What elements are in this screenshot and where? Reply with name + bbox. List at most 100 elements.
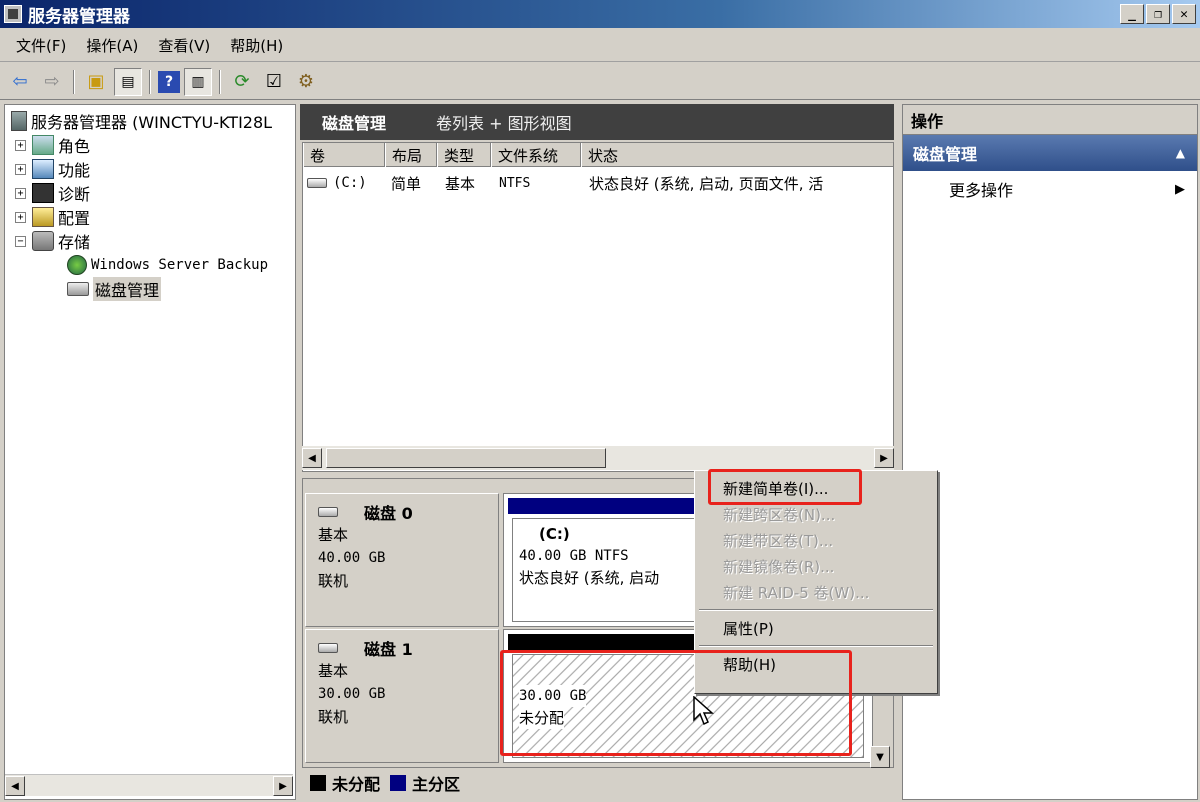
collapse-icon[interactable]: − — [15, 235, 26, 247]
disk-status: 联机 — [318, 572, 349, 590]
refresh-icon[interactable]: ⟳ — [228, 68, 256, 96]
legend: 未分配 主分区 — [302, 770, 894, 796]
cell-volume: (C:) — [333, 175, 367, 191]
tree-item-label: 存储 — [58, 233, 91, 252]
actions-header: 操作 — [903, 105, 1197, 135]
disk-icon — [318, 643, 338, 653]
expand-icon[interactable]: + — [15, 163, 26, 175]
diagnostics-icon — [32, 183, 54, 203]
more-actions-item[interactable]: 更多操作 ▶ — [903, 171, 1197, 207]
disk-type: 基本 — [318, 526, 349, 544]
show-action-pane-icon[interactable]: ▥ — [184, 67, 212, 96]
cell-layout: 简单 — [391, 174, 422, 193]
tree-item-storage[interactable]: − 存储 — [15, 229, 90, 253]
expand-icon[interactable]: + — [15, 211, 26, 223]
help-icon[interactable]: ? — [158, 70, 180, 93]
cell-status: 状态良好 (系统, 启动, 页面文件, 活 — [589, 174, 824, 193]
properties-icon[interactable]: ☑ — [260, 68, 288, 96]
server-icon — [11, 111, 27, 131]
expand-icon[interactable]: + — [15, 187, 26, 199]
menu-action[interactable]: 操作(A) — [76, 31, 148, 60]
tree-item-label: Windows Server Backup — [91, 257, 269, 273]
close-button[interactable]: ✕ — [1172, 4, 1196, 24]
toolbar: ⇦ ⇨ ▣ ▤ ? ▥ ⟳ ☑ ⚙ — [0, 64, 1200, 100]
cell-type: 基本 — [445, 174, 476, 193]
tree-item-roles[interactable]: + 角色 — [15, 133, 90, 157]
tree-item-disk-management[interactable]: 磁盘管理 — [67, 277, 162, 301]
unallocated-swatch — [310, 775, 326, 791]
menu-item-new-raid5-volume[interactable]: 新建 RAID-5 卷(W)... — [697, 579, 935, 605]
view-mode-label: 卷列表 + 图形视图 — [436, 114, 572, 133]
scroll-right-icon[interactable]: ▶ — [874, 448, 894, 468]
storage-icon — [32, 231, 54, 251]
tree-item-windows-server-backup[interactable]: Windows Server Backup — [67, 253, 268, 277]
backup-icon — [67, 255, 87, 275]
column-header-volume[interactable]: 卷 — [303, 143, 385, 167]
disk-size: 40.00 GB — [318, 550, 386, 566]
tree-item-configuration[interactable]: + 配置 — [15, 205, 90, 229]
server-manager-icon — [4, 5, 22, 23]
settings-icon[interactable]: ⚙ — [292, 68, 320, 96]
minimize-button[interactable]: _ — [1120, 4, 1144, 24]
menu-item-properties[interactable]: 属性(P) — [697, 615, 935, 641]
roles-icon — [32, 135, 54, 155]
forward-arrow-icon[interactable]: ⇨ — [38, 68, 66, 96]
actions-section-disk-management[interactable]: 磁盘管理 ▲ — [903, 135, 1197, 171]
menu-separator — [699, 609, 933, 611]
actions-pane: 操作 磁盘管理 ▲ 更多操作 ▶ — [902, 104, 1198, 800]
scrollbar-thumb[interactable] — [326, 448, 606, 468]
window-controls: _ ❐ ✕ — [1120, 4, 1196, 24]
back-arrow-icon[interactable]: ⇦ — [6, 68, 34, 96]
disk-size: 30.00 GB — [318, 686, 386, 702]
tree-item-features[interactable]: + 功能 — [15, 157, 90, 181]
menu-view[interactable]: 查看(V) — [148, 31, 220, 60]
primary-partition-swatch — [390, 775, 407, 791]
legend-primary-partition: 主分区 — [412, 775, 461, 794]
column-header-type[interactable]: 类型 — [437, 143, 491, 167]
show-tree-icon[interactable]: ▤ — [114, 67, 142, 96]
tree-item-label: 配置 — [58, 209, 91, 228]
legend-unallocated: 未分配 — [332, 775, 381, 794]
scroll-down-icon[interactable]: ▼ — [870, 746, 890, 768]
up-folder-icon[interactable]: ▣ — [82, 68, 110, 96]
menu-help[interactable]: 帮助(H) — [220, 31, 293, 60]
menu-item-new-mirrored-volume[interactable]: 新建镜像卷(R)... — [697, 553, 935, 579]
collapse-up-icon[interactable]: ▲ — [1176, 146, 1185, 160]
features-icon — [32, 159, 54, 179]
column-header-layout[interactable]: 布局 — [385, 143, 437, 167]
menu-item-new-striped-volume[interactable]: 新建带区卷(T)... — [697, 527, 935, 553]
scroll-left-icon[interactable]: ◀ — [5, 776, 25, 796]
disk-name: 磁盘 0 — [364, 504, 413, 523]
table-row[interactable]: (C:) 简单 基本 NTFS 状态良好 (系统, 启动, 页面文件, 活 — [303, 171, 893, 195]
disk-status: 联机 — [318, 708, 349, 726]
scroll-left-icon[interactable]: ◀ — [302, 448, 322, 468]
disk-type: 基本 — [318, 662, 349, 680]
volume-list: 卷 布局 类型 文件系统 状态 (C:) 简单 基本 NTFS 状态良好 (系统… — [302, 142, 894, 472]
restore-button[interactable]: ❐ — [1146, 4, 1170, 24]
center-pane-title: 磁盘管理 — [322, 114, 387, 133]
actions-section-title: 磁盘管理 — [913, 145, 978, 164]
tree-horizontal-scrollbar[interactable]: ◀ ▶ — [5, 774, 293, 796]
tree-item-label: 磁盘管理 — [93, 277, 162, 301]
volume-list-horizontal-scrollbar[interactable]: ◀ ▶ — [302, 446, 894, 470]
toolbar-separator — [149, 69, 151, 94]
column-header-status[interactable]: 状态 — [581, 143, 893, 167]
highlight-unallocated-space — [500, 650, 852, 756]
tree-root[interactable]: 服务器管理器 (WINCTYU-KTI28L — [11, 109, 272, 133]
tree-pane: 服务器管理器 (WINCTYU-KTI28L + 角色 + 功能 + 诊断 + … — [4, 104, 296, 800]
title-bar: 服务器管理器 _ ❐ ✕ — [0, 0, 1200, 28]
tree-item-diagnostics[interactable]: + 诊断 — [15, 181, 90, 205]
disk-icon — [318, 507, 338, 517]
submenu-arrow-icon: ▶ — [1175, 181, 1185, 197]
menu-file[interactable]: 文件(F) — [6, 31, 76, 60]
toolbar-separator — [219, 69, 221, 94]
scroll-right-icon[interactable]: ▶ — [273, 776, 293, 796]
column-header-filesystem[interactable]: 文件系统 — [491, 143, 581, 167]
expand-icon[interactable]: + — [15, 139, 26, 151]
disk-management-icon — [67, 282, 89, 296]
highlight-new-simple-volume — [708, 469, 862, 505]
disk-name: 磁盘 1 — [364, 640, 413, 659]
more-actions-label: 更多操作 — [949, 181, 1014, 200]
disk-1-label[interactable]: 磁盘 1 基本 30.00 GB 联机 — [305, 629, 499, 763]
disk-0-label[interactable]: 磁盘 0 基本 40.00 GB 联机 — [305, 493, 499, 627]
